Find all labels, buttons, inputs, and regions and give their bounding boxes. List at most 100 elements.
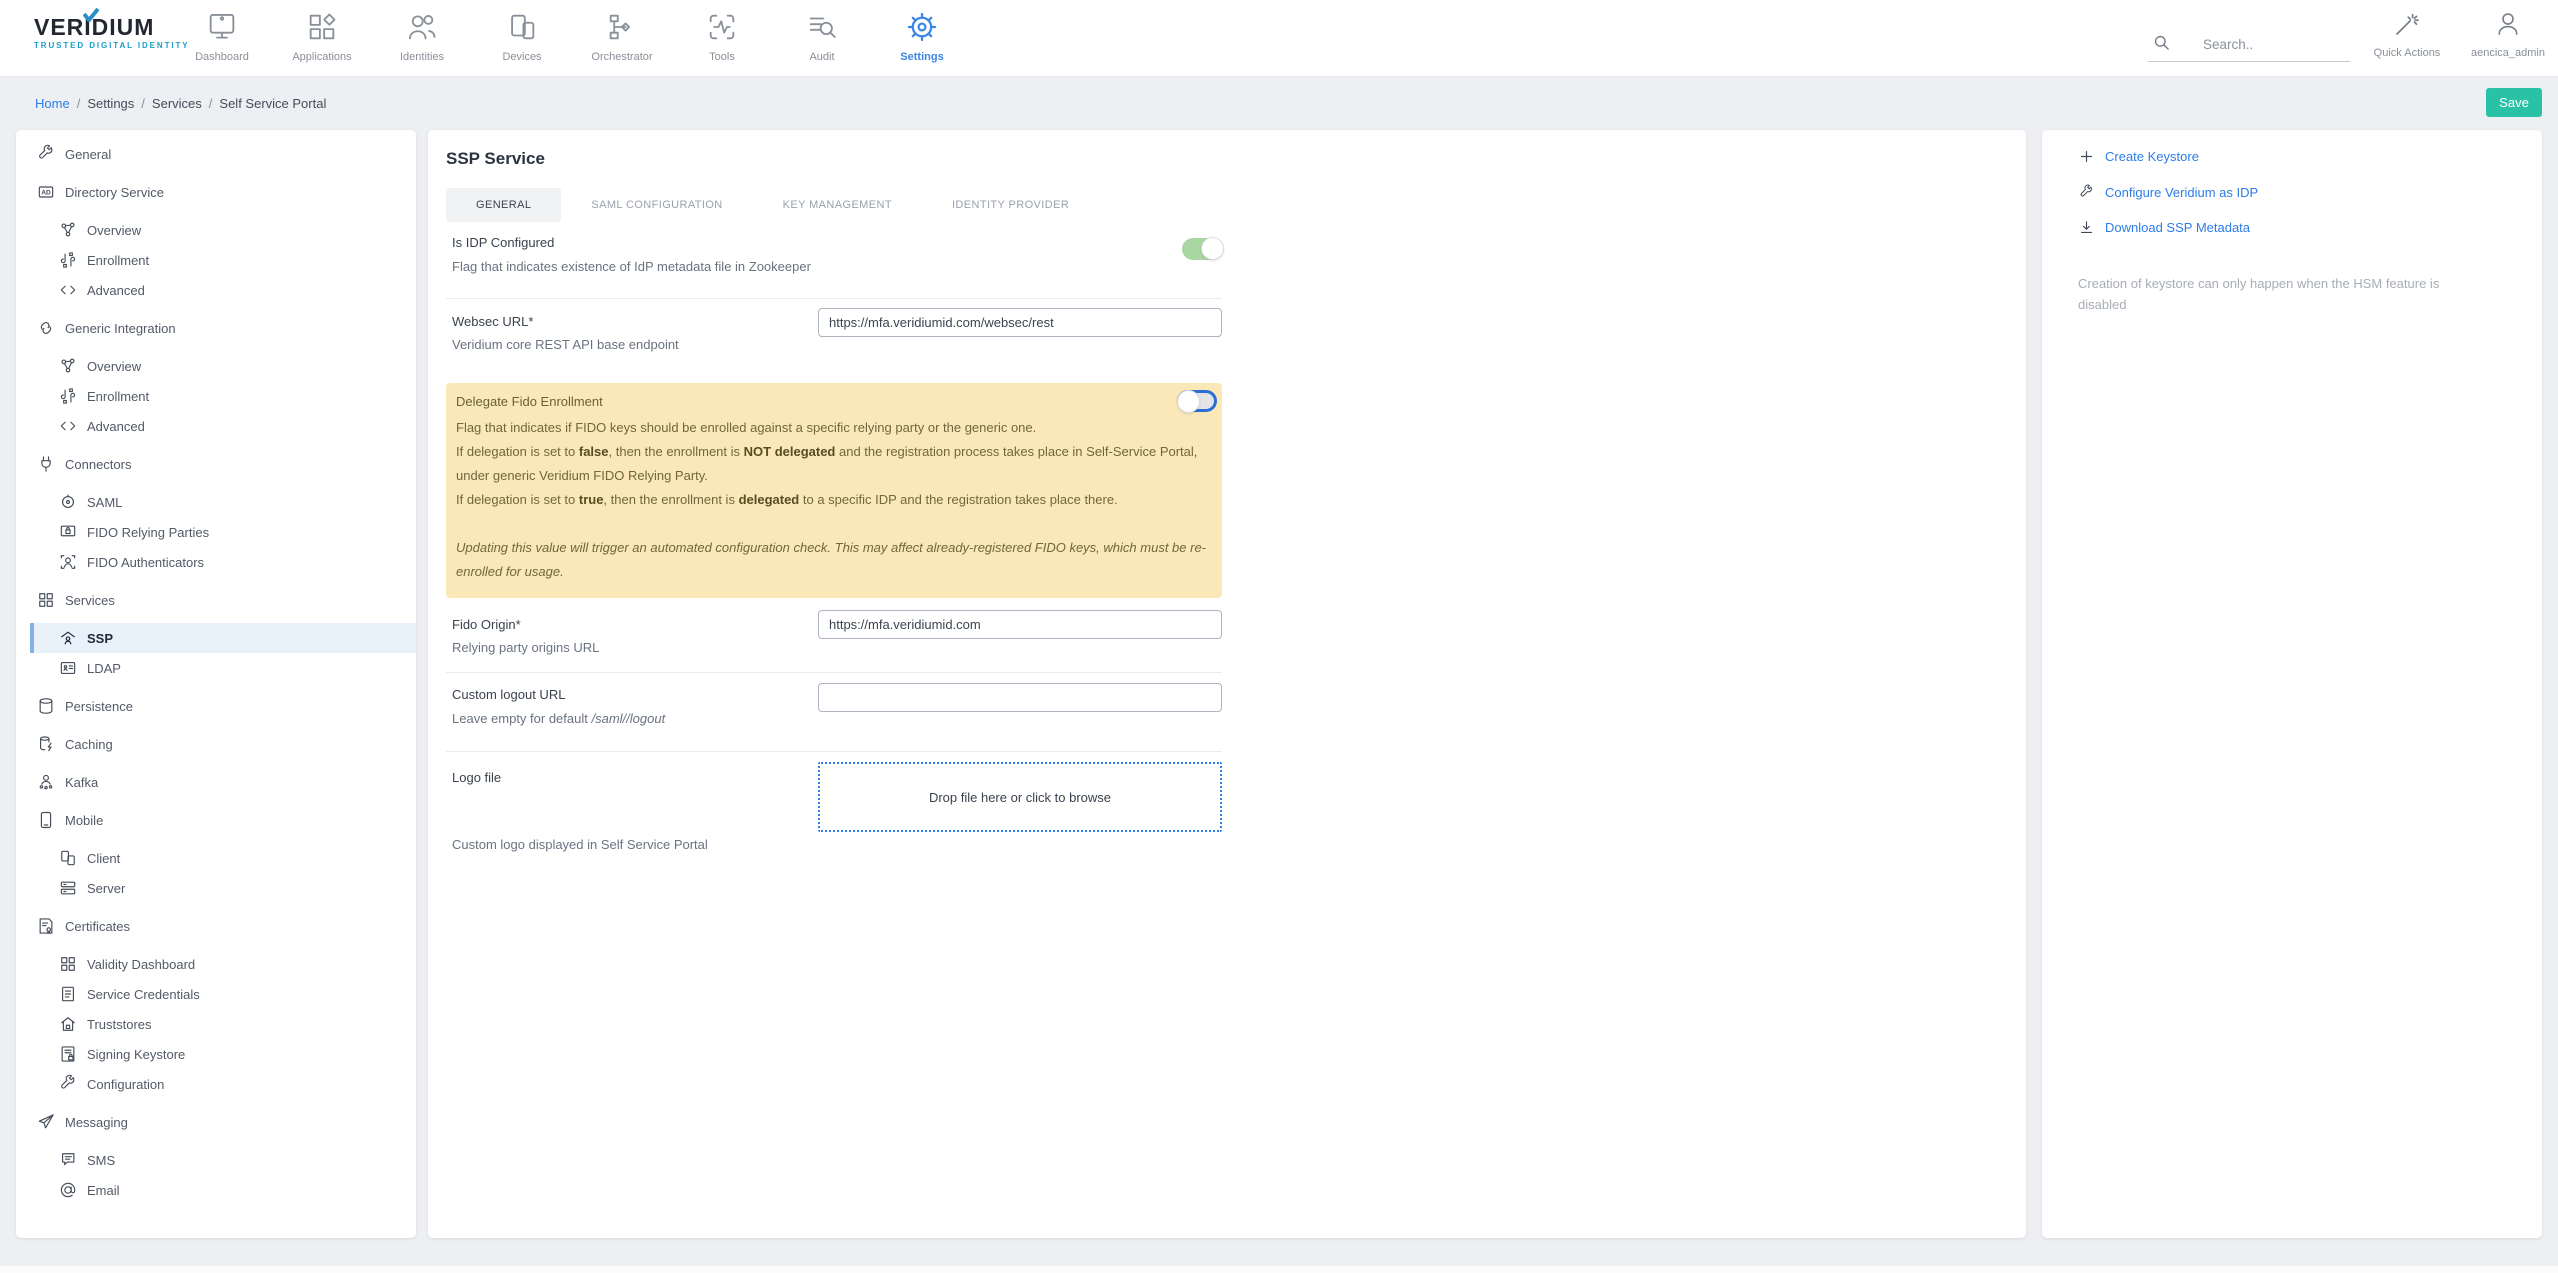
text-segment: Flag that indicates if FIDO keys should … — [456, 420, 1036, 435]
breadcrumb-settings[interactable]: Settings — [87, 96, 134, 111]
sidebar-item-directory-service[interactable]: ADDirectory Service — [30, 177, 416, 207]
breadcrumb-home[interactable]: Home — [35, 96, 70, 111]
sidebar-item-messaging[interactable]: Messaging — [30, 1107, 416, 1137]
user-menu[interactable]: aencica_admin — [2460, 9, 2556, 59]
nav-item-dashboard[interactable]: Dashboard — [172, 0, 272, 77]
user-icon — [2493, 9, 2523, 39]
toggle-knob — [1177, 390, 1200, 413]
phones-two-icon — [58, 848, 78, 868]
sidebar-item-kafka[interactable]: Kafka — [30, 767, 416, 797]
tab-general[interactable]: GENERAL — [446, 188, 561, 222]
delegate-fido-description: Flag that indicates if FIDO keys should … — [456, 416, 1208, 584]
sidebar-item-advanced[interactable]: Advanced — [30, 275, 416, 305]
phone-icon — [36, 810, 56, 830]
nav-label: Applications — [272, 51, 372, 63]
sidebar-item-overview[interactable]: Overview — [30, 215, 416, 245]
sidebar-item-service-credentials[interactable]: Service Credentials — [30, 979, 416, 1009]
wrench-icon — [58, 1074, 78, 1094]
flow-icon — [605, 10, 639, 44]
text-segment: , then the enrollment is — [603, 492, 738, 507]
divider — [446, 298, 1222, 299]
sidebar-item-overview[interactable]: Overview — [30, 351, 416, 381]
sidebar-item-advanced[interactable]: Advanced — [30, 411, 416, 441]
sidebar-item-enrollment[interactable]: Enrollment — [30, 245, 416, 275]
delegate-description-line: If delegation is set to false, then the … — [456, 440, 1208, 488]
delegate-fido-toggle[interactable] — [1177, 390, 1217, 412]
sidebar-item-mobile[interactable]: Mobile — [30, 805, 416, 835]
custom-logout-description: Leave empty for default /saml//logout — [452, 711, 665, 726]
configure-veridium-as-idp-link[interactable]: Configure Veridium as IDP — [2078, 184, 2258, 201]
sidebar-item-server[interactable]: Server — [30, 873, 416, 903]
sidebar-item-signing-keystore[interactable]: Signing Keystore — [30, 1039, 416, 1069]
nav-item-settings[interactable]: Settings — [872, 0, 972, 77]
websec-url-input[interactable] — [818, 308, 1222, 337]
save-button[interactable]: Save — [2486, 88, 2542, 117]
nodes-icon — [58, 356, 78, 376]
create-keystore-link[interactable]: Create Keystore — [2078, 148, 2199, 165]
quick-actions-label: Quick Actions — [2362, 47, 2452, 59]
sidebar-item-enrollment[interactable]: Enrollment — [30, 381, 416, 411]
sidebar-item-generic-integration[interactable]: Generic Integration — [30, 313, 416, 343]
logo-checkmark-icon — [83, 8, 99, 27]
person-brackets-icon — [58, 552, 78, 572]
is-idp-toggle[interactable] — [1182, 238, 1222, 260]
logo-file-dropzone[interactable]: Drop file here or click to browse — [818, 762, 1222, 832]
custom-logout-input[interactable] — [818, 683, 1222, 712]
sidebar-item-validity-dashboard[interactable]: Validity Dashboard — [30, 949, 416, 979]
sidebar-item-saml[interactable]: SAML — [30, 487, 416, 517]
nav-item-applications[interactable]: Applications — [272, 0, 372, 77]
sidebar-item-connectors[interactable]: Connectors — [30, 449, 416, 479]
sidebar-item-label: SMS — [87, 1153, 115, 1168]
tab-saml-configuration[interactable]: SAML CONFIGURATION — [561, 188, 752, 222]
sidebar-item-configuration[interactable]: Configuration — [30, 1069, 416, 1099]
text-segment: If delegation is set to — [456, 444, 579, 459]
sidebar-item-label: Directory Service — [65, 185, 164, 200]
enroll-icon — [58, 250, 78, 270]
delegate-description-line: If delegation is set to true, then the e… — [456, 488, 1208, 512]
sidebar-item-label: Advanced — [87, 283, 145, 298]
sidebar-item-label: Signing Keystore — [87, 1047, 185, 1062]
sidebar-item-ldap[interactable]: LDAP — [30, 653, 416, 683]
fido-origin-input[interactable] — [818, 610, 1222, 639]
text-segment: /saml//logout — [591, 711, 665, 726]
devices-icon — [505, 10, 539, 44]
nav-label: Dashboard — [172, 51, 272, 63]
tab-key-management[interactable]: KEY MANAGEMENT — [753, 188, 922, 222]
sidebar-item-ssp[interactable]: SSP — [30, 623, 416, 653]
cert-icon — [36, 916, 56, 936]
nav-item-tools[interactable]: Tools — [672, 0, 772, 77]
nav-item-identities[interactable]: Identities — [372, 0, 472, 77]
delegate-description-line: Flag that indicates if FIDO keys should … — [456, 416, 1208, 440]
sidebar-item-general[interactable]: General — [30, 139, 416, 169]
sidebar-item-caching[interactable]: Caching — [30, 729, 416, 759]
sidebar-item-email[interactable]: Email — [30, 1175, 416, 1205]
grid4-icon — [36, 590, 56, 610]
sidebar-item-truststores[interactable]: Truststores — [30, 1009, 416, 1039]
sidebar-item-persistence[interactable]: Persistence — [30, 691, 416, 721]
sidebar-item-sms[interactable]: SMS — [30, 1145, 416, 1175]
tab-identity-provider[interactable]: IDENTITY PROVIDER — [922, 188, 1099, 222]
people-icon — [405, 10, 439, 44]
search-input[interactable] — [2203, 30, 2343, 58]
nav-item-audit[interactable]: Audit — [772, 0, 872, 77]
sidebar-item-label: Server — [87, 881, 125, 896]
target-icon — [58, 492, 78, 512]
sidebar-item-label: SSP — [87, 631, 113, 646]
breadcrumb-services[interactable]: Services — [152, 96, 202, 111]
quick-actions-button[interactable]: Quick Actions — [2362, 9, 2452, 59]
dropzone-text: Drop file here or click to browse — [929, 790, 1111, 805]
nav-item-orchestrator[interactable]: Orchestrator — [572, 0, 672, 77]
nav-item-devices[interactable]: Devices — [472, 0, 572, 77]
sidebar-item-label: Messaging — [65, 1115, 128, 1130]
veridium-logo[interactable]: VERIDIUM TRUSTED DIGITAL IDENTITY — [34, 14, 190, 50]
sidebar-item-fido-relying-parties[interactable]: FIDO Relying Parties — [30, 517, 416, 547]
sidebar-item-fido-authenticators[interactable]: FIDO Authenticators — [30, 547, 416, 577]
sidebar-item-client[interactable]: Client — [30, 843, 416, 873]
sidebar-item-label: Certificates — [65, 919, 130, 934]
kafka-icon — [36, 772, 56, 792]
pulse-square-icon — [705, 10, 739, 44]
sidebar-item-certificates[interactable]: Certificates — [30, 911, 416, 941]
download-ssp-metadata-link[interactable]: Download SSP Metadata — [2078, 219, 2250, 236]
sidebar-item-services[interactable]: Services — [30, 585, 416, 615]
breadcrumb-separator: / — [77, 96, 81, 111]
